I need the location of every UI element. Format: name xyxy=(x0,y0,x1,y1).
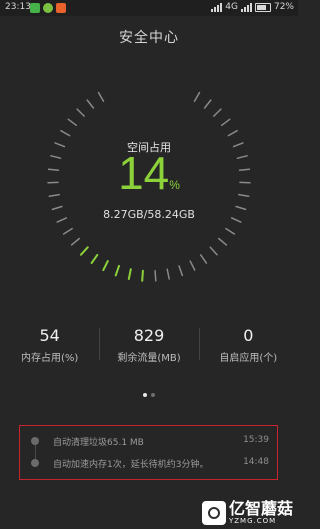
timeline-dot-icon xyxy=(31,437,39,445)
gauge-value: 14% xyxy=(0,150,298,196)
gauge-tick xyxy=(90,253,99,265)
gauge-tick xyxy=(60,129,71,137)
gauge-tick xyxy=(209,246,218,256)
gauge-tick xyxy=(97,91,105,102)
watermark-brand: 亿智蘑菇 xyxy=(228,499,293,518)
gauge-number: 14 xyxy=(118,147,170,199)
gauge-tick xyxy=(141,269,144,282)
watermark: 亿智蘑菇 YZMG.COM xyxy=(201,499,293,525)
gauge-tick xyxy=(227,129,238,137)
gauge-tick xyxy=(166,268,170,280)
gauge-tick xyxy=(67,118,78,127)
gauge-tick xyxy=(70,237,81,246)
log-item-time: 14:48 xyxy=(243,457,269,467)
log-item: 自动清理垃圾65.1 MB 15:39 xyxy=(20,435,277,449)
log-item-text: 自动加速内存1次，延长待机约3分钟。 xyxy=(53,460,209,470)
activity-log: 自动清理垃圾65.1 MB 15:39 自动加速内存1次，延长待机约3分钟。 1… xyxy=(19,425,278,480)
gauge-tick xyxy=(217,237,228,246)
gauge-tick xyxy=(80,246,89,256)
gauge-tick xyxy=(76,108,85,117)
gauge-tick xyxy=(62,227,73,235)
storage-detail: 8.27GB/58.24GB xyxy=(103,208,195,221)
log-item-time: 15:39 xyxy=(243,435,269,445)
gauge-tick xyxy=(154,270,157,282)
page-dot[interactable] xyxy=(143,393,147,397)
stat-autostart-value: 0 xyxy=(243,326,254,345)
stat-autostart-label: 自启应用(个) xyxy=(219,353,278,364)
stats-row: 54 内存占用(%) 829 剩余流量(MB) 0 自启应用(个) xyxy=(0,326,298,364)
gauge-tick xyxy=(225,227,236,235)
gauge-tick xyxy=(189,260,196,271)
gauge-tick xyxy=(193,91,201,102)
gauge-tick xyxy=(114,264,120,277)
stat-memory[interactable]: 54 内存占用(%) xyxy=(0,326,99,364)
page-dot[interactable] xyxy=(151,393,155,397)
log-item-text: 自动清理垃圾65.1 MB xyxy=(53,438,144,448)
watermark-logo-icon xyxy=(201,501,226,525)
gauge-tick xyxy=(203,99,212,109)
stat-autostart[interactable]: 0 自启应用(个) xyxy=(198,326,298,364)
gauge-unit: % xyxy=(169,178,180,192)
timeline-dot-icon xyxy=(31,459,39,467)
stat-data-value: 829 xyxy=(133,326,165,345)
stat-data-label: 剩余流量(MB) xyxy=(117,353,181,364)
gauge-tick xyxy=(102,260,109,272)
stat-data[interactable]: 829 剩余流量(MB) xyxy=(99,326,198,364)
gauge-tick xyxy=(127,268,132,280)
gauge-tick xyxy=(178,265,184,277)
page-indicator[interactable] xyxy=(0,382,298,401)
log-item: 自动加速内存1次，延长待机约3分钟。 14:48 xyxy=(20,457,277,471)
gauge-tick xyxy=(86,99,95,109)
stat-memory-value: 54 xyxy=(39,326,60,345)
stat-memory-label: 内存占用(%) xyxy=(21,353,79,364)
gauge-tick xyxy=(213,108,222,117)
watermark-site: YZMG.COM xyxy=(228,517,277,525)
gauge-tick xyxy=(220,118,231,127)
gauge-tick xyxy=(199,254,208,264)
